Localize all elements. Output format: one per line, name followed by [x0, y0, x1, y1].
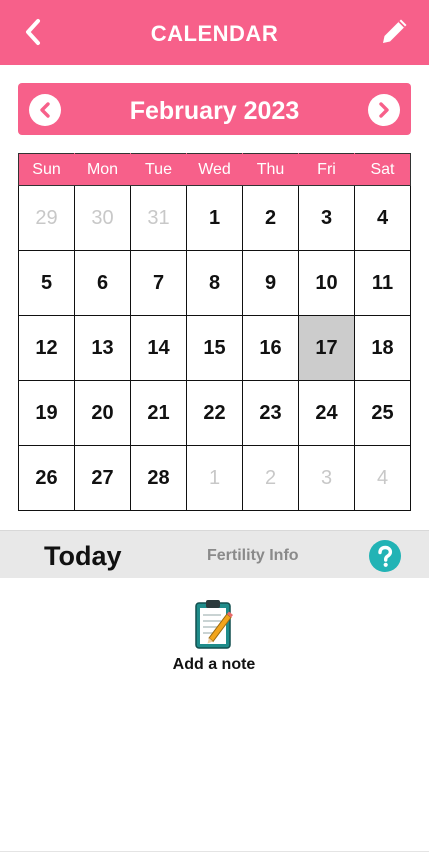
calendar-day[interactable]: 28 — [130, 445, 187, 511]
help-button[interactable] — [369, 540, 401, 572]
month-selector: February 2023 — [18, 83, 411, 135]
add-note-label: Add a note — [172, 656, 256, 673]
calendar-day[interactable]: 16 — [242, 315, 299, 381]
calendar-day[interactable]: 22 — [186, 380, 243, 446]
today-info-bar: Today Fertility Info — [0, 530, 429, 578]
weekday-sat: Sat — [354, 153, 411, 186]
calendar-day[interactable]: 18 — [354, 315, 411, 381]
calendar-grid: Sun Mon Tue Wed Thu Fri Sat 29 30 31 1 2 3 4 5 6… — [18, 153, 411, 511]
calendar-day[interactable]: 15 — [186, 315, 243, 381]
calendar-week-row: 12 13 14 15 16 17 18 — [18, 315, 411, 381]
month-label: February 2023 — [129, 97, 300, 125]
weekday-fri: Fri — [298, 153, 355, 186]
calendar-day[interactable]: 1 — [186, 185, 243, 251]
calendar-day[interactable]: 8 — [186, 250, 243, 316]
top-app-bar: CALENDAR — [0, 0, 429, 65]
calendar-day-outside-month[interactable]: 4 — [354, 445, 411, 511]
calendar-day[interactable]: 5 — [18, 250, 75, 316]
calendar-day[interactable]: 9 — [242, 250, 299, 316]
clipboard-pencil-icon — [195, 600, 233, 649]
edit-button[interactable] — [377, 13, 413, 49]
calendar-day[interactable]: 13 — [74, 315, 131, 381]
weekday-tue: Tue — [130, 153, 187, 186]
pencil-icon — [383, 19, 407, 43]
calendar-day-outside-month[interactable]: 30 — [74, 185, 131, 251]
calendar-day[interactable]: 12 — [18, 315, 75, 381]
bottom-divider — [0, 851, 429, 852]
fertility-info-link[interactable]: Fertility Info — [207, 531, 299, 581]
calendar-day[interactable]: 10 — [298, 250, 355, 316]
calendar-day[interactable]: 11 — [354, 250, 411, 316]
calendar-day-outside-month[interactable]: 3 — [298, 445, 355, 511]
calendar-day[interactable]: 19 — [18, 380, 75, 446]
calendar-day[interactable]: 4 — [354, 185, 411, 251]
question-circle-icon — [369, 540, 401, 572]
calendar-day[interactable]: 6 — [74, 250, 131, 316]
weekday-thu: Thu — [242, 153, 299, 186]
calendar-day-outside-month[interactable]: 31 — [130, 185, 187, 251]
weekday-sun: Sun — [18, 153, 75, 186]
weekday-header-row: Sun Mon Tue Wed Thu Fri Sat — [18, 153, 411, 186]
calendar-day[interactable]: 14 — [130, 315, 187, 381]
calendar-week-row: 29 30 31 1 2 3 4 — [18, 185, 411, 251]
calendar-day-outside-month[interactable]: 2 — [242, 445, 299, 511]
calendar-day[interactable]: 21 — [130, 380, 187, 446]
calendar-day[interactable]: 20 — [74, 380, 131, 446]
calendar-day[interactable]: 2 — [242, 185, 299, 251]
calendar-day[interactable]: 24 — [298, 380, 355, 446]
calendar-week-row: 5 6 7 8 9 10 11 — [18, 250, 411, 316]
weekday-mon: Mon — [74, 153, 131, 186]
calendar-day-outside-month[interactable]: 1 — [186, 445, 243, 511]
chevron-right-circle-icon — [379, 102, 389, 118]
add-note-button[interactable]: Add a note — [164, 598, 264, 674]
weekday-wed: Wed — [186, 153, 243, 186]
calendar-week-row: 19 20 21 22 23 24 25 — [18, 380, 411, 446]
page-title: CALENDAR — [150, 21, 279, 46]
calendar-day[interactable]: 27 — [74, 445, 131, 511]
calendar-day[interactable]: 23 — [242, 380, 299, 446]
calendar-day[interactable]: 26 — [18, 445, 75, 511]
next-month-button[interactable] — [368, 94, 400, 126]
calendar-day-outside-month[interactable]: 29 — [18, 185, 75, 251]
calendar-day[interactable]: 3 — [298, 185, 355, 251]
calendar-day[interactable]: 25 — [354, 380, 411, 446]
today-heading: Today — [44, 541, 122, 571]
calendar-day-today[interactable]: 17 — [298, 315, 355, 381]
calendar-week-row: 26 27 28 1 2 3 4 — [18, 445, 411, 511]
calendar-day[interactable]: 7 — [130, 250, 187, 316]
